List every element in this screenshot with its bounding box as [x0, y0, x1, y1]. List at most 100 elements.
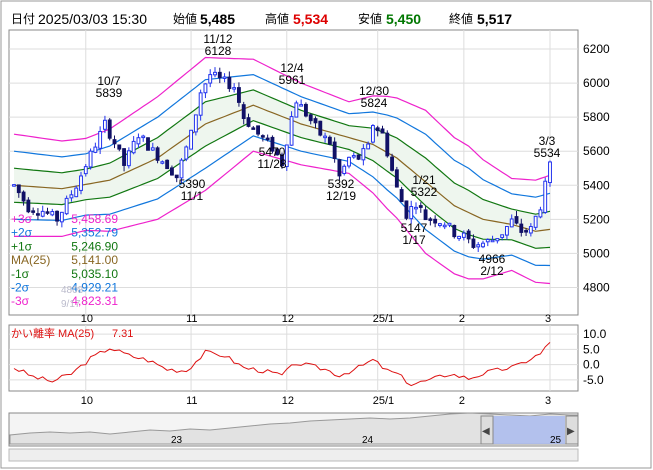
candle-body — [504, 225, 509, 236]
candle-body — [246, 117, 251, 127]
legend-label: +2σ — [11, 226, 33, 240]
candle-body — [342, 165, 347, 175]
candle-body — [476, 244, 481, 248]
candle-body — [361, 148, 366, 161]
candle-body — [390, 156, 395, 171]
candle-body — [107, 119, 112, 139]
candle-body — [256, 125, 261, 135]
candle-body — [447, 222, 452, 226]
candle-body — [294, 102, 299, 118]
candle-body — [394, 169, 399, 188]
legend-label: -1σ — [11, 267, 30, 281]
deviation-x-tick-label: 2 — [459, 395, 465, 407]
candle-body — [509, 218, 514, 228]
candle-body — [117, 144, 122, 150]
candle-body — [347, 156, 351, 167]
candle-body — [184, 146, 189, 160]
annotation-line2: 11/1 — [181, 189, 204, 203]
deviation-x-tick-label: 12 — [282, 395, 294, 407]
candle-body — [165, 159, 170, 170]
low-label: 安値 — [358, 11, 382, 26]
annotation-line2: 5961 — [279, 73, 306, 87]
candle-body — [74, 187, 79, 198]
navigator-year-25: 25 — [550, 435, 562, 446]
candle-body — [141, 135, 146, 139]
candle-body — [213, 71, 217, 76]
deviation-x-tick-label: 10 — [81, 395, 93, 407]
candle-body — [64, 197, 69, 215]
candle-body — [59, 211, 64, 223]
candle-body — [356, 154, 361, 160]
price-x-tick-label: 25/1 — [373, 313, 394, 325]
candle-body — [461, 232, 466, 238]
price-tick-label: 6200 — [583, 42, 610, 56]
candle-body — [490, 239, 495, 243]
candle-body — [481, 242, 485, 248]
candle-body — [26, 199, 31, 213]
candle-body — [45, 211, 50, 214]
left-arrow-icon: ◀ — [482, 426, 490, 437]
candle-body — [88, 150, 93, 168]
candle-body — [299, 104, 304, 107]
price-tick-label: 5600 — [583, 144, 610, 158]
candle-body — [471, 238, 476, 248]
candle-body — [31, 210, 36, 213]
horizontal-scrollbar[interactable] — [8, 448, 579, 462]
deviation-label: かい離率 MA(25) — [11, 326, 94, 340]
candle-body — [21, 191, 26, 202]
price-x-tick-label: 12 — [282, 313, 294, 325]
candle-body — [500, 234, 505, 238]
candle-body — [189, 129, 194, 150]
candle-body — [131, 140, 136, 154]
candle-body — [466, 230, 471, 240]
legend-value: 5,246.90 — [71, 239, 118, 253]
candle-body — [241, 104, 246, 119]
candle-body — [69, 194, 74, 199]
candle-body — [208, 74, 213, 84]
ghost-text-date: 9/17 — [61, 299, 81, 310]
candle-body — [452, 224, 457, 238]
candle-body — [327, 136, 332, 145]
deviation-tick-label: -5.0 — [583, 373, 604, 387]
candle-body — [519, 223, 524, 233]
navigator-left-handle[interactable]: ◀ — [480, 415, 494, 445]
candle-body — [404, 200, 409, 219]
low-value: 5,450 — [386, 11, 421, 27]
candle-body — [414, 206, 418, 210]
candle-body — [155, 147, 160, 161]
price-x-tick-label: 3 — [545, 313, 551, 325]
close-value: 5,517 — [477, 11, 512, 27]
price-x-tick-label: 10 — [81, 313, 93, 325]
candle-body — [428, 218, 433, 221]
candle-body — [495, 238, 500, 242]
candle-body — [193, 114, 198, 133]
navigator-right-handle[interactable]: ▶ — [565, 415, 579, 445]
deviation-x-tick-label: 3 — [545, 395, 551, 407]
candle-body — [203, 83, 208, 94]
candle-body — [528, 226, 533, 234]
candle-body — [169, 167, 174, 176]
ghost-text-low: 4808 — [61, 285, 84, 296]
high-value: 5,534 — [293, 11, 328, 27]
navigator-year-23: 23 — [171, 435, 183, 446]
deviation-x-tick-label: 11 — [186, 395, 197, 407]
candle-body — [126, 150, 131, 167]
deviation-tick-label: 5.0 — [583, 342, 600, 356]
candle-body — [55, 210, 60, 222]
candle-body — [227, 76, 232, 90]
price-tick-label: 5200 — [583, 212, 610, 226]
candle-body — [112, 139, 117, 145]
candle-body — [232, 87, 237, 90]
legend-value: 5,035.10 — [71, 267, 118, 281]
price-tick-label: 6000 — [583, 76, 610, 90]
annotation-line2: 1/17 — [402, 233, 426, 247]
legend-value: 5,458.69 — [71, 212, 118, 226]
candle-body — [136, 137, 141, 145]
price-tick-label: 4800 — [583, 280, 610, 294]
candle-body — [538, 209, 543, 218]
candle-body — [485, 239, 490, 243]
annotation-line2: 6128 — [205, 44, 232, 58]
candle-body — [289, 116, 294, 146]
price-x-tick-label: 11 — [186, 313, 197, 325]
legend-value: 5,141.00 — [71, 253, 118, 267]
